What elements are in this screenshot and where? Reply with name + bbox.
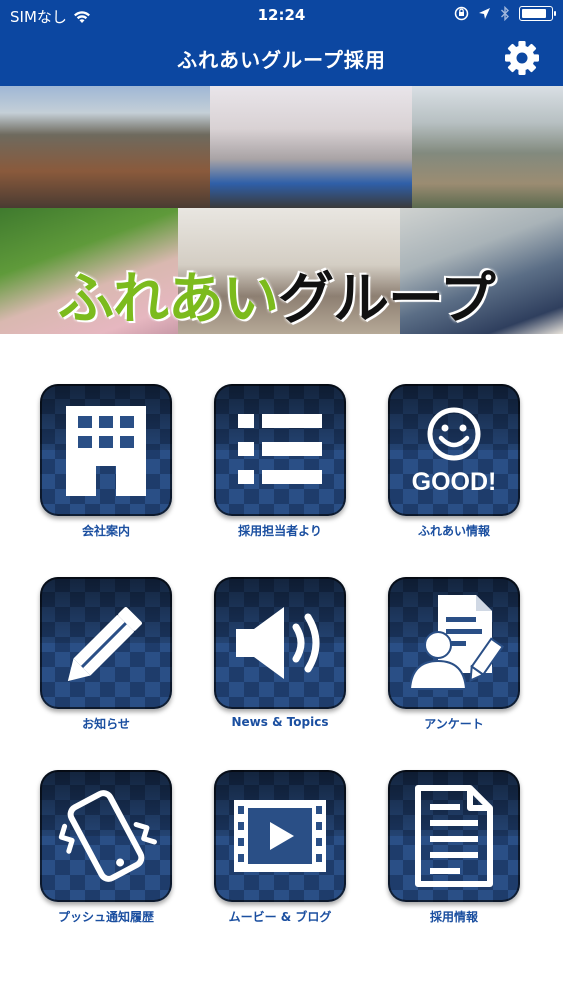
menu-tile bbox=[388, 770, 520, 902]
menu-label: アンケート bbox=[424, 717, 484, 731]
menu-item-notices[interactable]: お知らせ bbox=[36, 577, 176, 747]
document-icon bbox=[415, 785, 493, 887]
orientation-lock-icon bbox=[454, 6, 469, 21]
bluetooth-icon bbox=[501, 6, 509, 21]
menu-label: ムービー & ブログ bbox=[228, 910, 332, 924]
menu-item-survey[interactable]: アンケート bbox=[384, 577, 524, 747]
photo-outdoor-event bbox=[412, 86, 563, 208]
menu-label: お知らせ bbox=[82, 717, 130, 731]
menu-item-recruiter-message[interactable]: 採用担当者より bbox=[210, 384, 350, 554]
banner-text-black: グループ bbox=[278, 267, 496, 332]
menu-item-fureai-info[interactable]: GOOD! ふれあい情報 bbox=[384, 384, 524, 554]
menu-tile bbox=[388, 577, 520, 709]
battery-level bbox=[522, 9, 546, 18]
location-icon bbox=[479, 8, 490, 19]
vibrating-phone-icon bbox=[58, 790, 157, 882]
menu-label: 採用担当者より bbox=[238, 524, 322, 538]
gear-icon[interactable] bbox=[503, 39, 541, 77]
status-right bbox=[454, 6, 556, 21]
menu-item-push-history[interactable]: プッシュ通知履歴 bbox=[36, 770, 176, 940]
menu-item-recruitment-info[interactable]: 採用情報 bbox=[384, 770, 524, 940]
photo-cherry-blossom bbox=[210, 86, 412, 208]
menu-label: 会社案内 bbox=[81, 524, 130, 538]
menu-label: News & Topics bbox=[231, 715, 329, 729]
status-bar: SIMなし 12:24 bbox=[0, 0, 563, 30]
menu-item-news-topics[interactable]: News & Topics bbox=[210, 577, 350, 747]
menu-label: プッシュ通知履歴 bbox=[57, 910, 154, 924]
battery-icon bbox=[519, 6, 556, 21]
survey-icon bbox=[408, 595, 505, 690]
banner-collage: ふれあいグループ bbox=[0, 86, 563, 334]
menu-grid: 会社案内 採用担当者より GOOD! ふれあい情報 お知らせ News & To… bbox=[0, 334, 563, 1000]
menu-label: ふれあい情報 bbox=[417, 524, 490, 538]
menu-label: 採用情報 bbox=[429, 910, 478, 924]
nav-bar: ふれあいグループ採用 bbox=[0, 30, 563, 86]
building-icon bbox=[66, 406, 146, 496]
menu-tile: GOOD! bbox=[388, 384, 520, 516]
menu-item-company[interactable]: 会社案内 bbox=[36, 384, 176, 554]
page-title: ふれあいグループ採用 bbox=[177, 48, 386, 72]
banner-text-green: ふれあい bbox=[58, 267, 279, 332]
film-icon bbox=[234, 800, 326, 872]
list-icon bbox=[238, 414, 322, 484]
good-text: GOOD! bbox=[412, 468, 497, 496]
menu-tile bbox=[214, 770, 346, 902]
menu-item-movie-blog[interactable]: ムービー & ブログ bbox=[210, 770, 350, 940]
pencil-icon bbox=[67, 607, 142, 682]
menu-tile bbox=[214, 577, 346, 709]
menu-tile bbox=[214, 384, 346, 516]
good-smile-icon: GOOD! bbox=[412, 407, 497, 496]
photo-group-seniors bbox=[0, 86, 210, 208]
menu-tile bbox=[40, 577, 172, 709]
banner-logo-text: ふれあいグループ bbox=[58, 254, 496, 334]
menu-tile bbox=[40, 770, 172, 902]
speaker-icon bbox=[236, 607, 320, 679]
menu-tile bbox=[40, 384, 172, 516]
